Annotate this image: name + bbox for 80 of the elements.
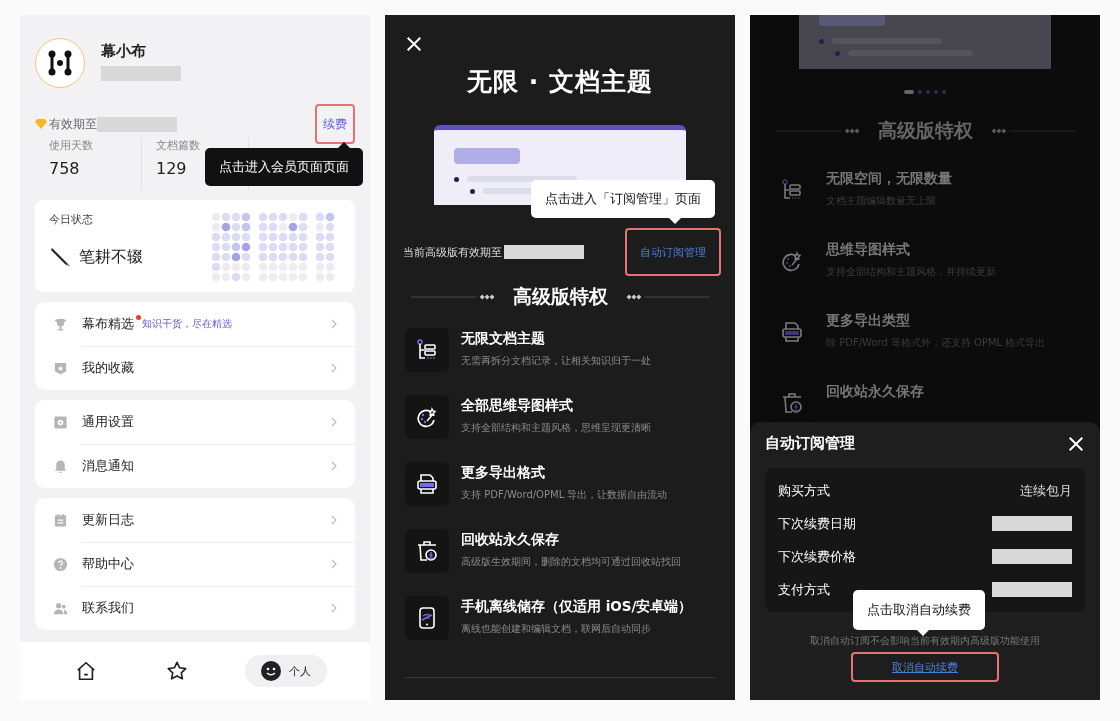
trash-clock-icon bbox=[780, 391, 804, 415]
card-title: 今日状态 bbox=[49, 212, 94, 227]
trophy-icon bbox=[53, 316, 68, 332]
settings-icon bbox=[53, 414, 68, 430]
chevron-icon bbox=[331, 461, 337, 471]
menu-item[interactable]: 幕布精选 知识干货，尽在精选 bbox=[35, 302, 355, 346]
shield-star-icon bbox=[53, 360, 68, 376]
feature-description: 离线也能创建和编辑文档，联网后自动同步 bbox=[461, 622, 652, 636]
close-icon[interactable] bbox=[1067, 434, 1085, 453]
bell-icon bbox=[53, 458, 68, 474]
chevron-icon bbox=[331, 559, 337, 569]
tooltip: 点击进入会员页面页面 bbox=[205, 148, 363, 186]
renew-link[interactable]: 续费 bbox=[323, 115, 347, 133]
feature-description: 无需再拆分文档记录，让相关知识归于一处 bbox=[461, 354, 651, 368]
contacts-icon bbox=[53, 600, 68, 616]
chevron-icon bbox=[331, 417, 337, 427]
user-name: 幕小布 bbox=[101, 42, 147, 61]
tooltip-arrow bbox=[338, 142, 350, 148]
feature-description: 高级版生效期间，删除的文档均可通过回收站找回 bbox=[461, 555, 681, 569]
palette-icon bbox=[415, 405, 439, 429]
stat-label: 文档篇数 bbox=[156, 138, 201, 153]
tooltip: 点击进入「订阅管理」页面 bbox=[531, 180, 715, 218]
status-text: 笔耕不辍 bbox=[79, 246, 143, 268]
chevron-icon bbox=[331, 363, 337, 373]
menu-item[interactable]: 联系我们 bbox=[35, 586, 355, 630]
chevron-icon bbox=[331, 319, 337, 329]
feature-title: 无限文档主题 bbox=[461, 330, 546, 348]
palette-icon bbox=[780, 249, 804, 273]
menu-item[interactable]: 消息通知 bbox=[35, 444, 355, 488]
profile-tab[interactable]: 个人 bbox=[245, 655, 328, 687]
diamond-icon bbox=[35, 119, 47, 129]
smiley-icon bbox=[261, 661, 282, 681]
calendar-icon bbox=[53, 512, 68, 528]
membership-expiry-label: 有效期至 bbox=[49, 115, 97, 133]
headline: 无限 · 文档主题 bbox=[467, 66, 653, 98]
tooltip-arrow bbox=[669, 218, 681, 224]
menu-item[interactable]: 帮助中心 bbox=[35, 542, 355, 586]
tree-structure-icon bbox=[780, 178, 804, 202]
tooltip: 点击取消自动续费 bbox=[853, 590, 985, 630]
close-icon[interactable] bbox=[405, 35, 423, 53]
feature-description: 支持 PDF/Word/OPML 导出，让数据自由流动 bbox=[461, 488, 668, 502]
detail-label: 支付方式 bbox=[778, 580, 830, 599]
star-icon bbox=[166, 660, 188, 682]
menu-item[interactable]: 更新日志 bbox=[35, 498, 355, 542]
detail-label: 购买方式 bbox=[778, 481, 830, 500]
trash-clock-icon bbox=[415, 539, 439, 563]
stat-value: 129 bbox=[156, 159, 187, 178]
pen-icon bbox=[49, 245, 73, 269]
feature-title: 手机离线储存（仅适用 iOS/安卓端） bbox=[461, 598, 693, 616]
feature-title: 无限空间，无限数量 bbox=[826, 170, 952, 188]
tooltip-arrow bbox=[917, 630, 929, 636]
feature-title: 更多导出格式 bbox=[461, 464, 546, 482]
help-icon bbox=[53, 556, 68, 572]
stat-value: 758 bbox=[49, 159, 80, 178]
chevron-icon bbox=[331, 515, 337, 525]
home-icon bbox=[74, 660, 97, 682]
chevron-icon bbox=[331, 603, 337, 613]
detail-value: 连续包月 bbox=[1020, 481, 1072, 500]
menu-item[interactable]: 我的收藏 bbox=[35, 346, 355, 390]
feature-title: 全部思维导图样式 bbox=[461, 397, 574, 415]
menu-item[interactable]: 通用设置 bbox=[35, 400, 355, 444]
printer-icon bbox=[415, 472, 439, 496]
feature-title: 更多导出类型 bbox=[826, 312, 911, 330]
feature-title: 回收站永久保存 bbox=[826, 383, 924, 401]
manage-subscription-link[interactable]: 自动订阅管理 bbox=[640, 244, 706, 260]
note-text: 取消自动订阅不会影响当前有效期内高级版功能使用 bbox=[810, 634, 1040, 648]
cancel-renewal-link[interactable]: 取消自动续费 bbox=[892, 659, 958, 675]
feature-description: 支持全部结构和主题风格，思维呈现更清晰 bbox=[461, 421, 651, 435]
menu-hint: 知识干货，尽在精选 bbox=[142, 317, 232, 331]
expiry-label: 当前高级版有效期至 bbox=[403, 244, 502, 260]
detail-label: 下次续费价格 bbox=[778, 547, 856, 566]
feature-title: 思维导图样式 bbox=[826, 241, 911, 259]
tree-structure-icon bbox=[415, 338, 439, 362]
sheet-title: 自动订阅管理 bbox=[765, 434, 855, 453]
stat-label: 使用天数 bbox=[49, 138, 94, 153]
section-title: 高级版特权 bbox=[512, 284, 608, 309]
section-title: 高级版特权 bbox=[877, 118, 973, 143]
detail-label: 下次续费日期 bbox=[778, 514, 856, 533]
printer-icon bbox=[780, 320, 804, 344]
feature-title: 回收站永久保存 bbox=[461, 531, 560, 549]
